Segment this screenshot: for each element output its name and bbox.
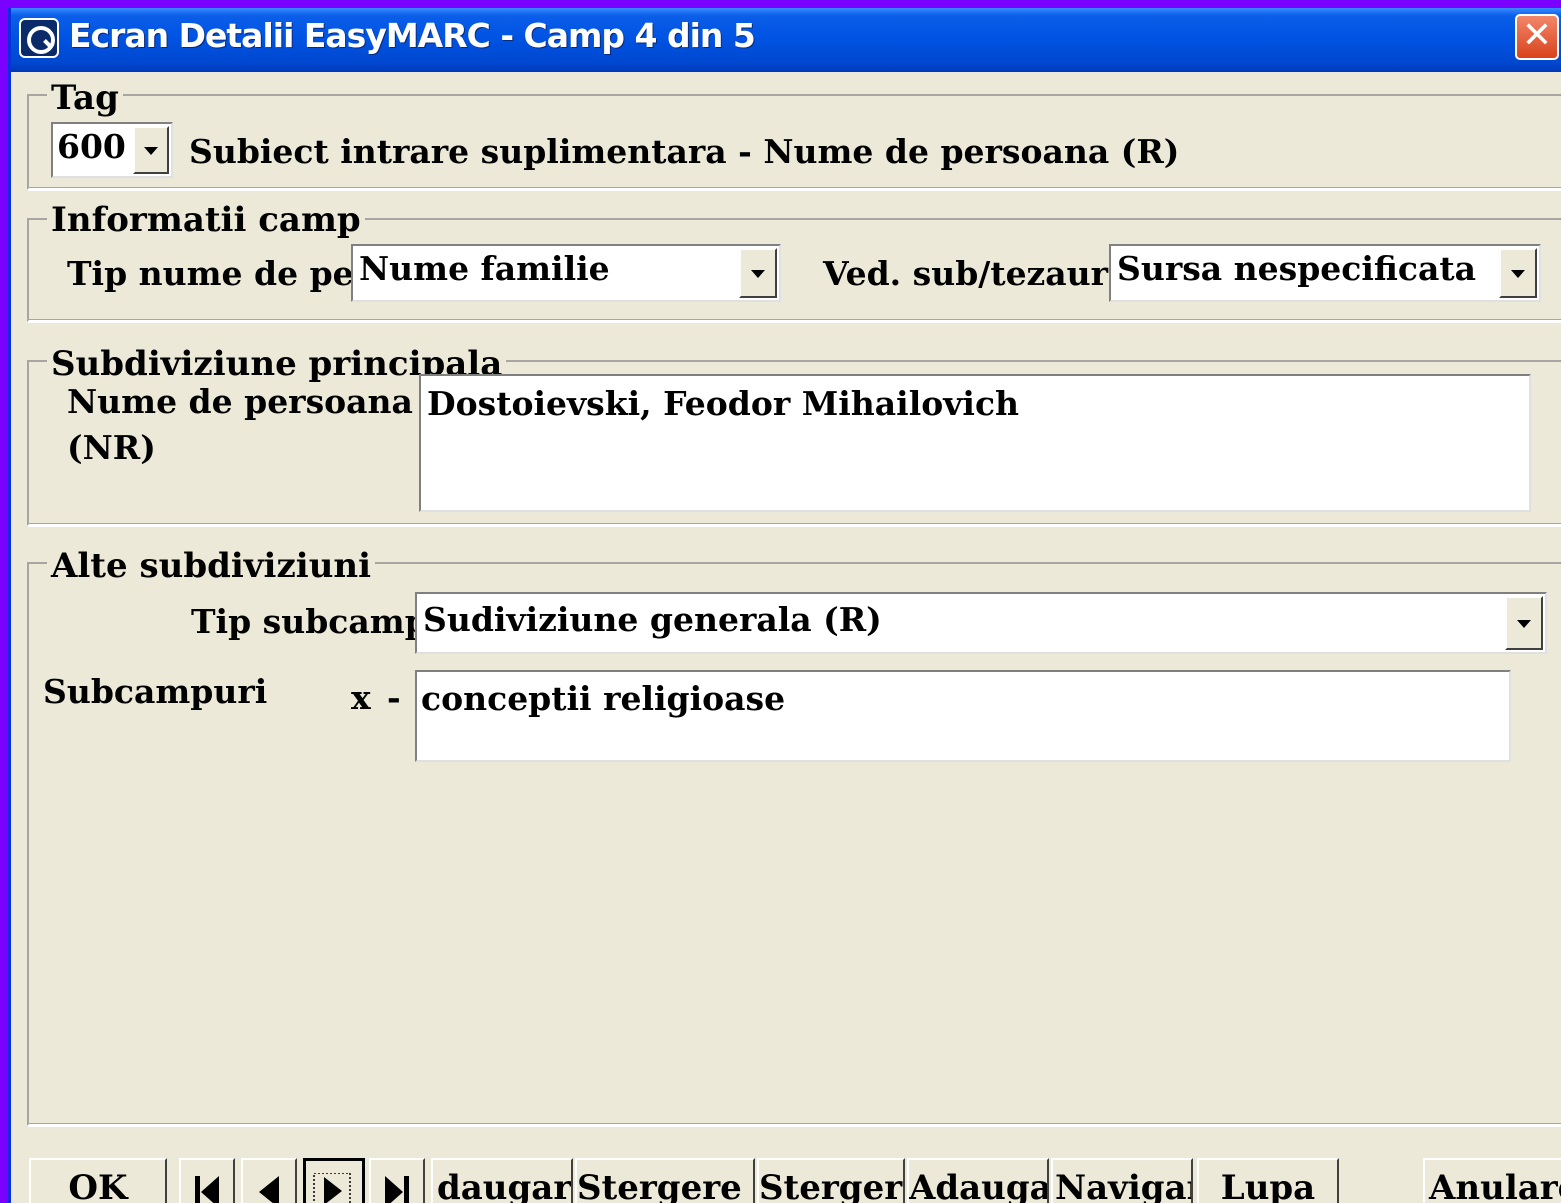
name-type-label: Tip nume de per: [67, 254, 372, 293]
chevron-down-icon[interactable]: [1505, 596, 1543, 650]
tag-description: Subiect intrare suplimentara - Nume de p…: [189, 132, 1180, 171]
other-subdivisions-legend: Alte subdiviziuni: [47, 546, 376, 586]
name-type-value: Nume familie: [359, 249, 610, 288]
thesaurus-label: Ved. sub/tezaur:: [823, 254, 1121, 293]
tag-select[interactable]: 600: [51, 122, 173, 178]
subfields-label: Subcampuri: [43, 672, 268, 711]
subfield-separator: -: [387, 678, 401, 717]
title-bar[interactable]: Ecran Detalii EasyMARC - Camp 4 din 5 ✕: [11, 8, 1561, 72]
thesaurus-select[interactable]: Sursa nespecificata: [1109, 244, 1541, 302]
tag-legend: Tag: [47, 78, 123, 118]
magnifier-button[interactable]: Lupa: [1197, 1158, 1339, 1203]
ok-button[interactable]: OK: [29, 1158, 167, 1203]
subfield-type-label: Tip subcamp:: [191, 602, 440, 641]
previous-record-icon: [259, 1176, 279, 1203]
delete-hash-button[interactable]: Stergere #: [575, 1158, 755, 1203]
field-info-legend: Informatii camp: [47, 200, 365, 240]
cancel-button[interactable]: Anulare: [1423, 1158, 1561, 1203]
last-record-button[interactable]: [369, 1158, 425, 1203]
thesaurus-value: Sursa nespecificata: [1117, 249, 1477, 288]
person-name-label-note: (NR): [67, 428, 156, 467]
dialog-window: Ecran Detalii EasyMARC - Camp 4 din 5 ✕ …: [8, 8, 1561, 1203]
first-record-icon: [195, 1176, 219, 1203]
subfield-type-select[interactable]: Sudiviziune generala (R): [415, 592, 1547, 654]
add-subfield-button[interactable]: Adaugare: [907, 1158, 1049, 1203]
subfield-code: x: [351, 678, 371, 717]
delete-button[interactable]: Stergere: [757, 1158, 905, 1203]
close-button[interactable]: ✕: [1515, 14, 1559, 60]
subfield-value-field[interactable]: conceptii religioase: [415, 670, 1511, 762]
chevron-down-icon[interactable]: [1499, 248, 1537, 298]
add-button[interactable]: daugare: [431, 1158, 573, 1203]
app-icon: [19, 18, 59, 58]
first-record-button[interactable]: [179, 1158, 235, 1203]
chevron-down-icon[interactable]: [133, 126, 169, 174]
navigate-button[interactable]: Navigare: [1051, 1158, 1193, 1203]
name-type-select[interactable]: Nume familie: [351, 244, 781, 302]
chevron-down-icon[interactable]: [739, 248, 777, 298]
tag-value: 600: [57, 127, 126, 166]
previous-record-button[interactable]: [241, 1158, 297, 1203]
person-name-field[interactable]: Dostoievski, Feodor Mihailovich: [419, 374, 1531, 512]
window-title: Ecran Detalii EasyMARC - Camp 4 din 5: [69, 16, 756, 55]
next-record-button[interactable]: [303, 1158, 365, 1203]
last-record-icon: [385, 1176, 409, 1203]
subfield-type-value: Sudiviziune generala (R): [423, 600, 882, 639]
person-name-label: Nume de persoana: [67, 382, 413, 421]
next-record-icon: [313, 1173, 351, 1203]
